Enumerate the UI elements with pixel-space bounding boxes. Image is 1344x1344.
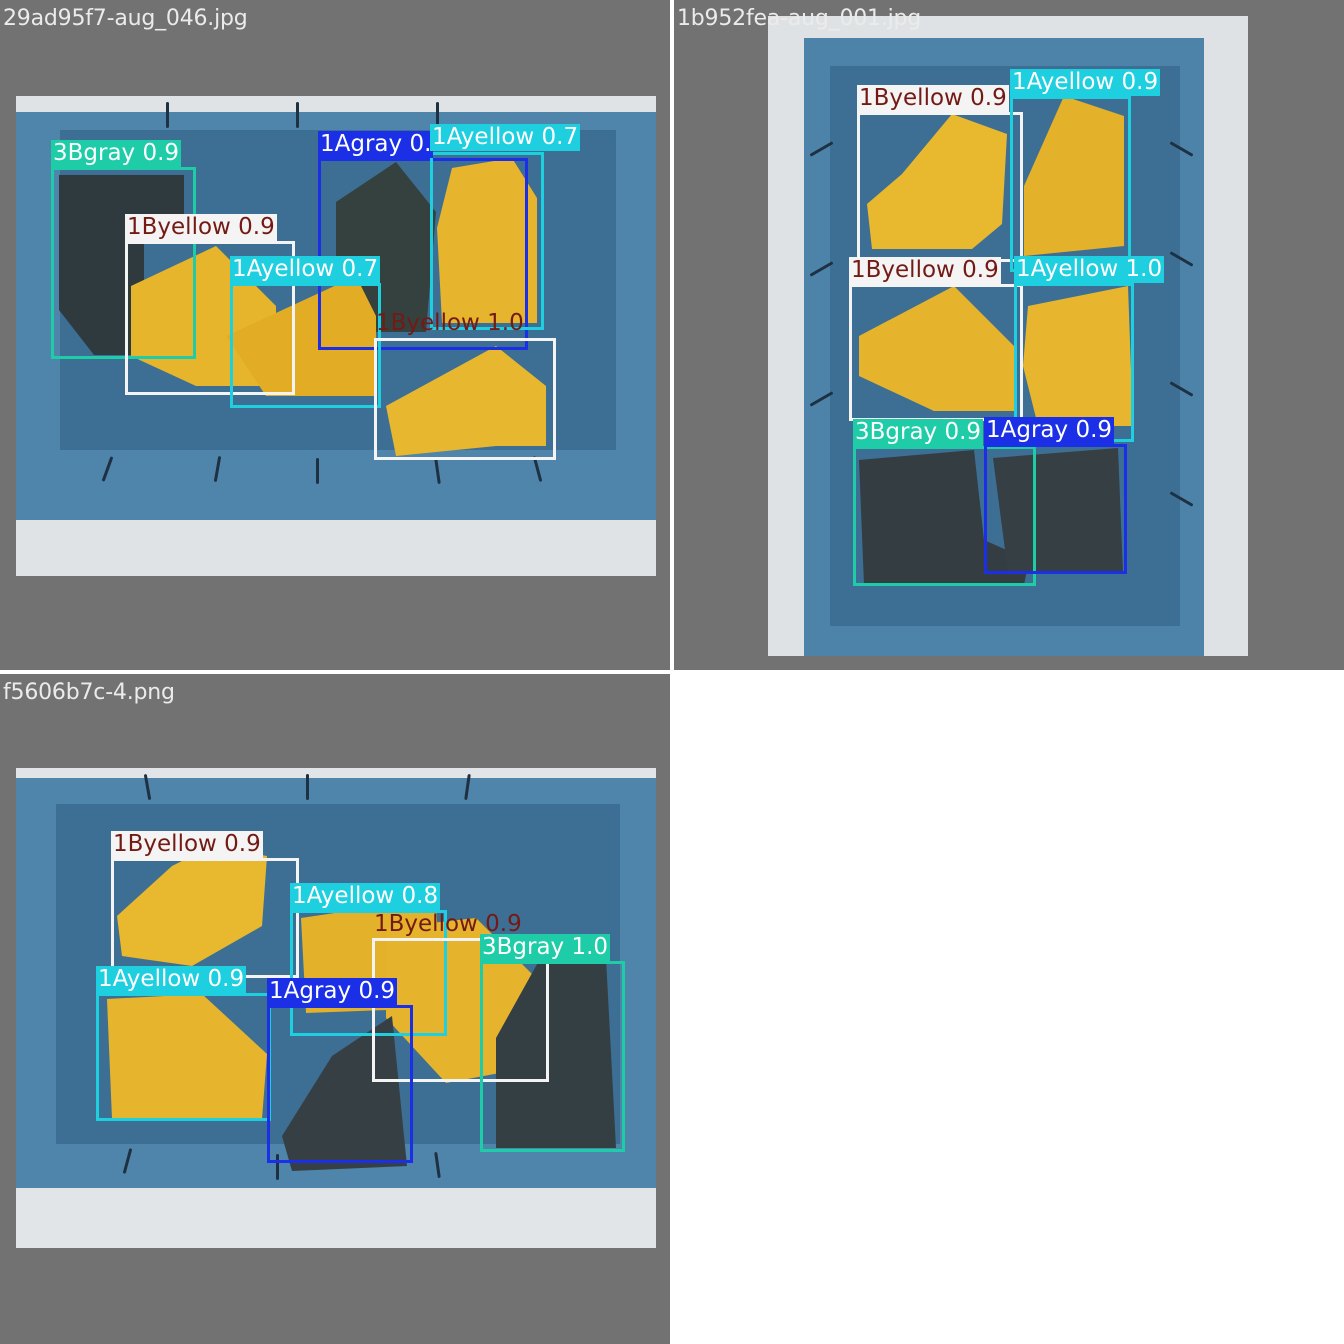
- image-panel-3: f5606b7c-4.png 1Byellow 0.9 1Ayellow 0.8…: [0, 674, 670, 1344]
- detection-label: 3Bgray 0.9: [51, 140, 182, 167]
- detection-label: 1Agray 0.: [318, 131, 434, 158]
- detection-box: [374, 338, 556, 460]
- image-panel-2: 1b952fea-aug_001.jpg 1Byellow 0.9 1Ayell…: [674, 0, 1344, 670]
- detection-box: [230, 283, 381, 408]
- detection-box: [480, 961, 625, 1152]
- detection-label: 1Byellow 0.9: [857, 85, 1009, 112]
- detection-label: 3Bgray 1.0: [480, 934, 611, 961]
- panel-3-filename: f5606b7c-4.png: [3, 680, 175, 705]
- detection-label: 3Bgray 0.9: [853, 419, 984, 446]
- detection-label: 1Ayellow 0.9: [96, 966, 247, 993]
- panel-1-filename: 29ad95f7-aug_046.jpg: [3, 6, 248, 31]
- detection-box: [96, 993, 271, 1121]
- detection-label: 1Byellow 0.9: [849, 257, 1001, 284]
- detection-label: 1Ayellow 1.0: [1014, 256, 1165, 283]
- detection-box: [984, 444, 1127, 574]
- detection-label: 1Ayellow 0.7: [430, 124, 581, 151]
- detection-label: 1Agray 0.9: [984, 417, 1115, 444]
- detection-label: 1Byellow 1.0: [376, 310, 524, 336]
- detection-label: 1Byellow 0.9: [111, 831, 263, 858]
- detection-box: [267, 1005, 413, 1163]
- image-panel-1: 29ad95f7-aug_046.jpg 3Bgray 0.9 1Agray 0…: [0, 0, 670, 670]
- detection-label: 1Ayellow 0.7: [230, 256, 381, 283]
- grid-divider: [0, 670, 672, 674]
- detection-label: 1Ayellow 0.9: [1010, 69, 1161, 96]
- detection-box: [849, 284, 1023, 421]
- detection-label: 1Agray 0.9: [267, 978, 398, 1005]
- detection-box: [1010, 96, 1131, 272]
- detection-box: [111, 858, 299, 978]
- detection-label: 1Ayellow 0.8: [290, 883, 441, 910]
- panel-2-filename: 1b952fea-aug_001.jpg: [677, 6, 922, 31]
- detection-label: 1Byellow 0.9: [125, 214, 277, 241]
- detection-box: [857, 112, 1023, 262]
- detection-box: [430, 152, 544, 330]
